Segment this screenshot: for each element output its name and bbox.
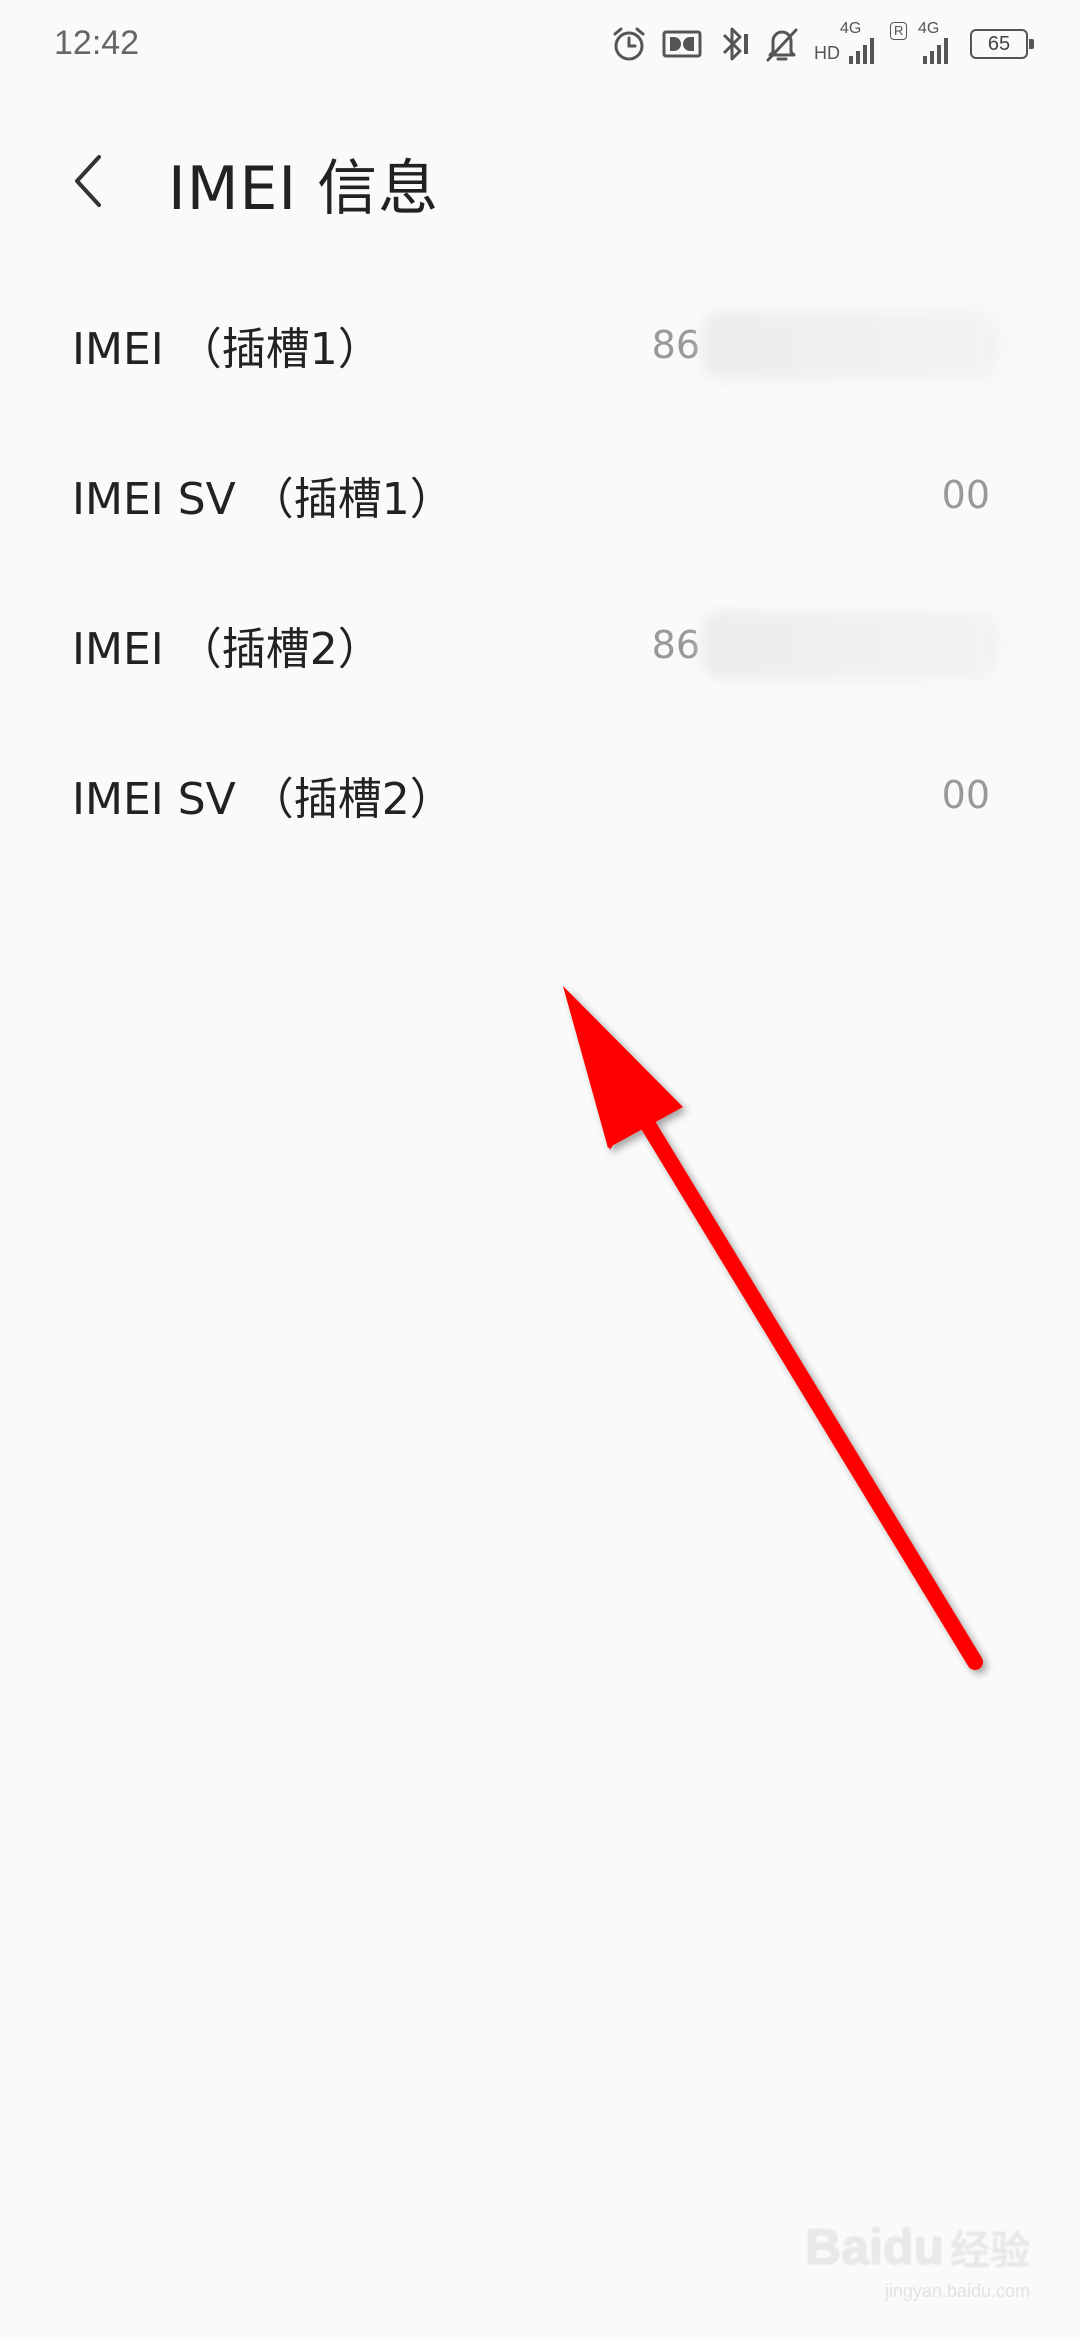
roaming-label: R <box>890 22 908 40</box>
signal-sim2-label: R 4G <box>890 20 956 66</box>
screen: 12:42 HD 4G R 4G 65 IMEI 信息 IMEI （插槽1） 8… <box>0 0 1080 2340</box>
imei-sv-slot2-label: IMEI SV （插槽2） <box>72 774 454 825</box>
imei-slot1-value-text: 86 <box>651 323 700 367</box>
alarm-icon <box>613 27 645 61</box>
dolby-icon <box>662 30 702 58</box>
imei-sv-slot1-value: 00 <box>941 473 990 517</box>
imei-slot2-value-text: 86 <box>651 623 700 667</box>
status-icons: HD 4G R 4G 65 <box>610 20 1034 66</box>
watermark-brand: Baidu <box>805 2219 944 2275</box>
imei-sv-slot2-row[interactable]: IMEI SV （插槽2） 00 <box>0 720 1080 870</box>
imei-slot1-value: 86 <box>652 311 1000 379</box>
signal-sim1-label: HD 4G <box>814 20 876 66</box>
watermark-cn: 经验 <box>950 2228 1030 2274</box>
hd-label: HD <box>814 43 840 63</box>
signal-sim2-icon <box>923 38 948 64</box>
status-time: 12:42 <box>54 24 140 62</box>
watermark-site: jingyan.baidu.com <box>884 2281 1030 2301</box>
arrow-shape <box>563 986 983 1670</box>
page-title: IMEI 信息 <box>168 154 440 224</box>
redaction-blur <box>702 311 1000 379</box>
mute-bell-icon <box>766 28 798 62</box>
battery-icon: 65 <box>970 29 1034 59</box>
imei-sv-slot1-row[interactable]: IMEI SV （插槽1） 00 <box>0 420 1080 570</box>
imei-sv-slot2-value: 00 <box>941 773 990 817</box>
battery-level: 65 <box>987 32 1011 55</box>
status-bar: 12:42 HD 4G R 4G 65 <box>0 0 1080 96</box>
imei-slot2-value: 86 <box>652 611 1000 679</box>
imei-slot2-label: IMEI （插槽2） <box>72 624 382 675</box>
imei-slot1-row[interactable]: IMEI （插槽1） 86 <box>0 270 1080 420</box>
imei-slot2-row[interactable]: IMEI （插槽2） 86 <box>0 570 1080 720</box>
baidu-watermark: Baidu 经验 jingyan.baidu.com <box>805 2218 1030 2301</box>
signal-sim1-icon <box>849 38 874 64</box>
chevron-left-icon <box>75 155 101 207</box>
bluetooth-icon <box>722 27 748 61</box>
imei-slot1-label: IMEI （插槽1） <box>72 324 382 375</box>
back-button[interactable] <box>60 148 116 214</box>
imei-sv-slot1-label: IMEI SV （插槽1） <box>72 474 454 525</box>
imei-info-list: IMEI （插槽1） 86 IMEI SV （插槽1） 00 IMEI （插槽2… <box>0 270 1080 870</box>
redaction-blur <box>702 611 1000 679</box>
